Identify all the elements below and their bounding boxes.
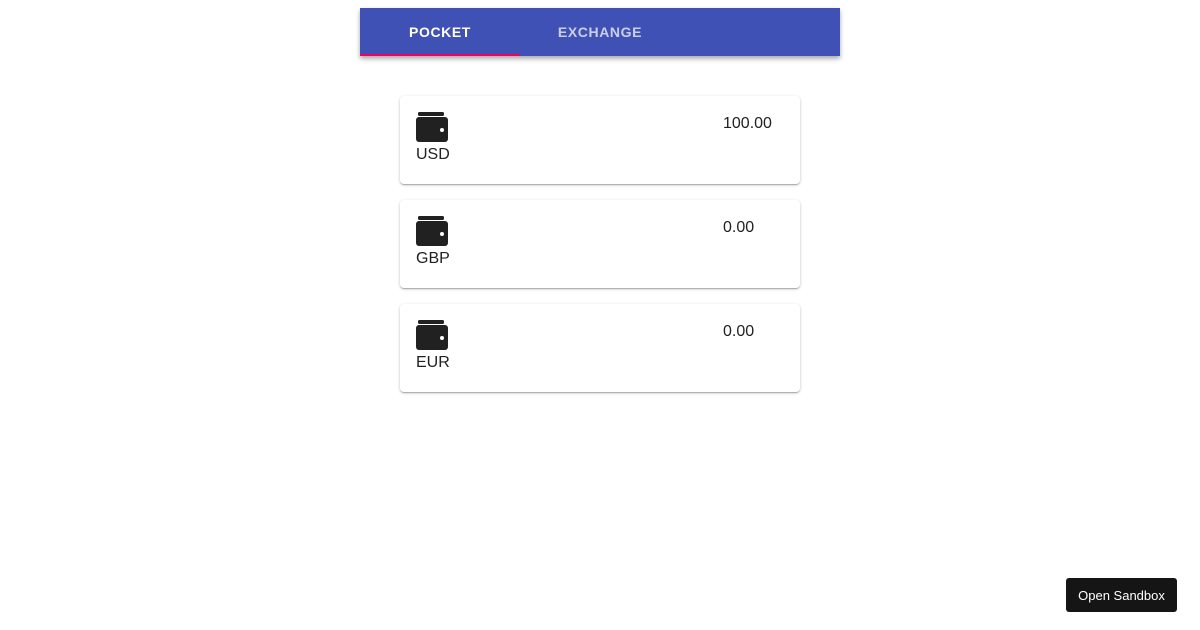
- pocket-card-eur: EUR 0.00: [400, 304, 800, 392]
- balance-amount: 0.00: [723, 219, 755, 236]
- active-tab-indicator: [360, 54, 520, 56]
- pocket-card-usd: USD 100.00: [400, 96, 800, 184]
- tab-pocket-label: POCKET: [409, 24, 471, 40]
- wallet-icon: [416, 112, 448, 142]
- wallet-icon: [416, 320, 448, 350]
- pocket-card-gbp: GBP 0.00: [400, 200, 800, 288]
- tab-exchange-label: EXCHANGE: [557, 24, 643, 40]
- wallet-icon: [416, 216, 448, 246]
- balance-amount: 100.00: [723, 115, 772, 132]
- tab-bar: POCKET EXCHANGE: [360, 8, 840, 56]
- tab-exchange[interactable]: EXCHANGE: [520, 8, 680, 56]
- currency-label: EUR: [416, 354, 450, 371]
- currency-label: GBP: [416, 250, 450, 267]
- balance-amount: 0.00: [723, 323, 755, 340]
- pocket-list: USD 100.00 GBP 0.00 EUR 0.00: [400, 96, 800, 408]
- open-sandbox-button[interactable]: Open Sandbox: [1066, 578, 1177, 612]
- tab-pocket[interactable]: POCKET: [360, 8, 520, 56]
- currency-label: USD: [416, 146, 450, 163]
